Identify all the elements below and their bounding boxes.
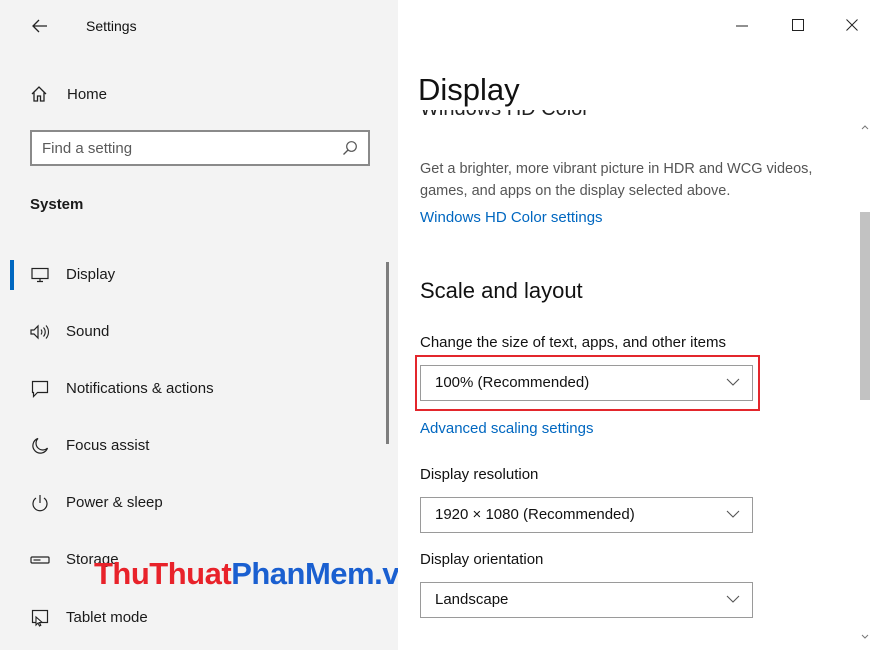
scale-dropdown[interactable]: 100% (Recommended) [420, 365, 753, 401]
active-indicator [10, 260, 14, 290]
sidebar-item-power-sleep[interactable]: Power & sleep [0, 483, 380, 523]
watermark-logo: ThuThuatPhanMem.vn [94, 556, 418, 592]
main-scrollbar[interactable] [860, 120, 870, 650]
back-button[interactable] [26, 12, 54, 40]
app-title: Settings [86, 18, 137, 34]
search-icon [343, 141, 357, 155]
resolution-dropdown[interactable]: 1920 × 1080 (Recommended) [420, 497, 753, 533]
main-content: Display Windows HD Color Get a brighter,… [398, 0, 870, 650]
watermark-part-2: PhanMem [231, 556, 375, 591]
minimize-icon [736, 25, 748, 27]
scale-label: Change the size of text, apps, and other… [420, 334, 727, 351]
tablet-mode-icon [30, 608, 50, 628]
chevron-down-icon [726, 595, 740, 603]
sidebar-item-label: Tablet mode [66, 609, 148, 626]
chevron-down-icon [726, 378, 740, 386]
chevron-down-icon [726, 510, 740, 518]
scrollbar-thumb[interactable] [860, 212, 870, 400]
sidebar-item-label: Focus assist [66, 437, 150, 454]
minimize-button[interactable] [724, 10, 760, 40]
sidebar: Settings Home System Display Sound Notif… [0, 0, 398, 650]
scale-layout-heading: Scale and layout [420, 278, 583, 303]
sidebar-item-notifications[interactable]: Notifications & actions [0, 369, 380, 409]
scroll-down-icon [861, 634, 869, 639]
home-label: Home [67, 85, 108, 103]
cut-off-heading: Windows HD Color [420, 110, 589, 124]
storage-icon [30, 550, 50, 570]
close-icon [846, 19, 858, 31]
watermark-part-1: ThuThuat [94, 556, 232, 591]
resolution-value: 1920 × 1080 (Recommended) [435, 506, 635, 523]
scroll-up-icon [861, 125, 869, 130]
notification-icon [30, 379, 50, 399]
hdr-description: Get a brighter, more vibrant picture in … [420, 161, 813, 199]
moon-icon [30, 436, 50, 456]
home-icon [31, 86, 47, 102]
page-title: Display [418, 72, 520, 107]
power-icon [30, 493, 50, 513]
advanced-scaling-link[interactable]: Advanced scaling settings [420, 420, 593, 437]
sidebar-item-label: Power & sleep [66, 494, 163, 511]
orientation-label: Display orientation [420, 551, 544, 568]
sidebar-item-label: Display [66, 266, 116, 283]
sidebar-item-sound[interactable]: Sound [0, 312, 380, 352]
resolution-label: Display resolution [420, 466, 539, 483]
close-button[interactable] [834, 10, 870, 40]
orientation-value: Landscape [435, 591, 509, 608]
sidebar-item-label: Notifications & actions [66, 380, 214, 397]
sidebar-item-label: Sound [66, 323, 110, 340]
sidebar-scrollbar[interactable] [386, 262, 389, 444]
back-arrow-icon [32, 19, 47, 33]
scale-value: 100% (Recommended) [435, 374, 590, 391]
cut-off-heading-text: Windows HD Color [420, 110, 589, 121]
maximize-icon [792, 19, 804, 31]
search-box[interactable] [30, 130, 370, 166]
sidebar-item-focus-assist[interactable]: Focus assist [0, 426, 380, 466]
speaker-icon [30, 322, 50, 342]
maximize-button[interactable] [780, 10, 816, 40]
monitor-icon [30, 265, 50, 285]
title-bar: Settings [0, 0, 398, 52]
orientation-dropdown[interactable]: Landscape [420, 582, 753, 618]
search-input[interactable] [42, 138, 332, 158]
sidebar-item-display[interactable]: Display [0, 255, 380, 295]
windows-hd-color-link[interactable]: Windows HD Color settings [420, 209, 603, 226]
sidebar-item-tablet-mode[interactable]: Tablet mode [0, 598, 380, 638]
home-link[interactable]: Home [30, 80, 370, 108]
section-title: System [30, 196, 84, 213]
